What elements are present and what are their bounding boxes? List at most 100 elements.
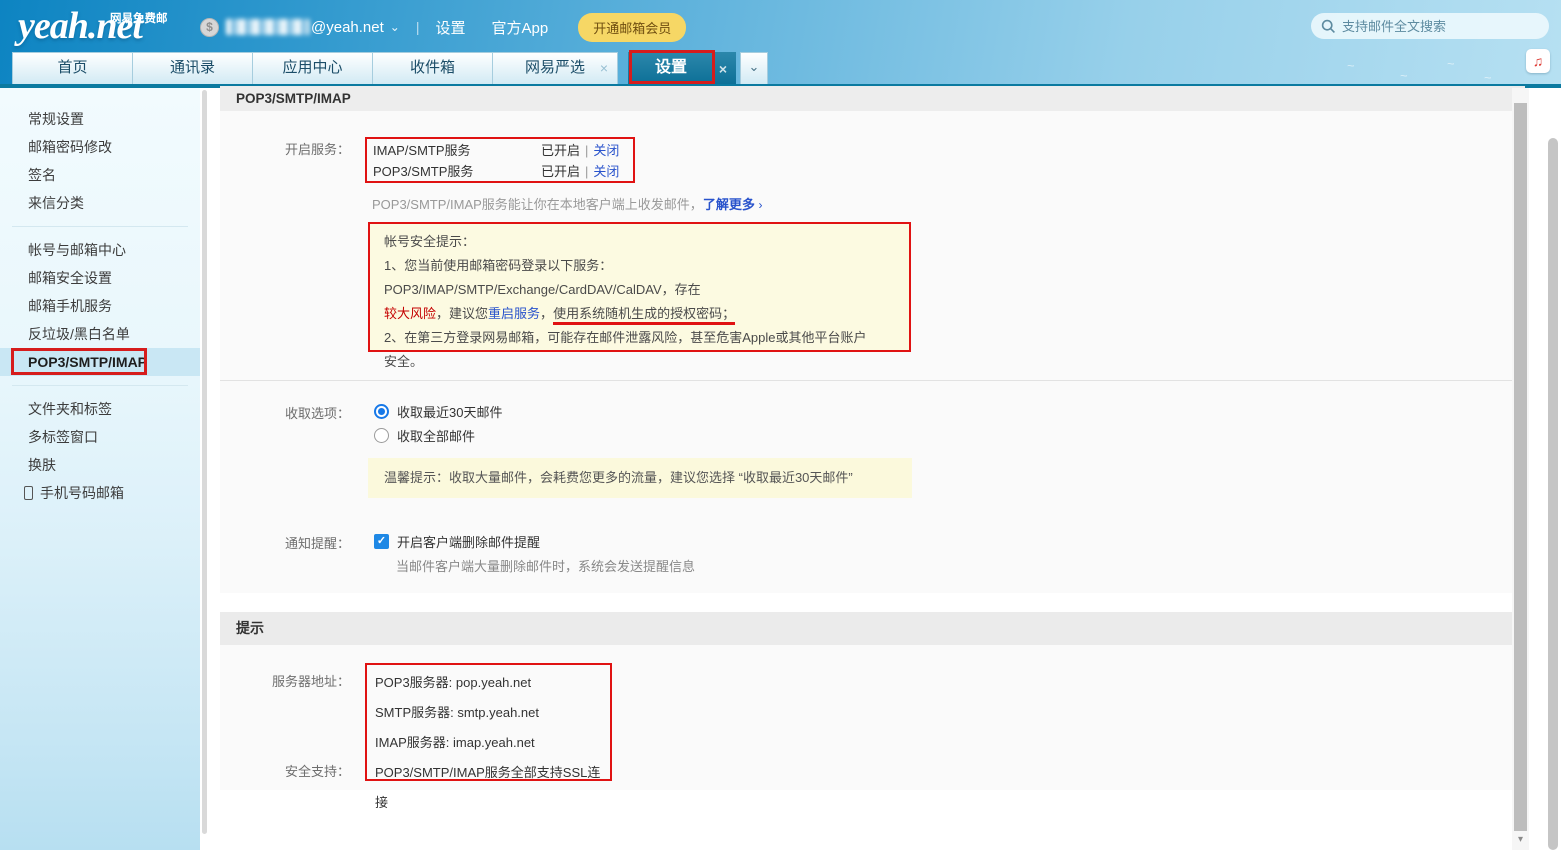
sidebar-item-signature[interactable]: 签名	[0, 161, 200, 189]
sidebar-item-label: 帐号与邮箱中心	[28, 242, 126, 258]
blurred-username	[226, 19, 310, 35]
smtp-server-address: SMTP服务器: smtp.yeah.net	[375, 698, 610, 728]
tab-contacts[interactable]: 通讯录	[132, 52, 253, 84]
close-icon[interactable]: ×	[600, 53, 608, 83]
restart-service-link[interactable]: 重启服务	[488, 306, 540, 321]
service-row-imap-smtp: IMAP/SMTP服务 已开启 | 关闭	[373, 140, 627, 161]
divider: |	[416, 19, 420, 35]
phone-icon	[24, 486, 33, 500]
sidebar-item-label: 手机号码邮箱	[40, 485, 124, 501]
sidebar-item-label: 反垃圾/黑白名单	[28, 326, 130, 342]
sidebar-item-label: 换肤	[28, 457, 56, 473]
pop3-server-address: POP3服务器: pop.yeah.net	[375, 668, 610, 698]
settings-sidebar: 常规设置 邮箱密码修改 签名 来信分类 帐号与邮箱中心 邮箱安全设置 邮箱手机服…	[0, 88, 200, 850]
sidebar-divider	[12, 385, 188, 386]
security-warning-box: 帐号安全提示： 1、您当前使用邮箱密码登录以下服务：POP3/IMAP/SMTP…	[368, 222, 911, 352]
coin-icon: $	[200, 18, 219, 37]
window-scrollbar-thumb[interactable]	[1548, 138, 1558, 850]
sidebar-item-label: 文件夹和标签	[28, 401, 112, 417]
search-input[interactable]	[1342, 19, 1522, 34]
fetch-tip-box: 温馨提示：收取大量邮件，会耗费您更多的流量，建议您选择 “收取最近30天邮件”	[368, 458, 912, 498]
account-menu[interactable]: $ @yeah.net ⌄ | 设置 官方App 开通邮箱会员	[200, 14, 686, 40]
page-title: POP3/SMTP/IMAP	[220, 86, 1525, 111]
checkbox-checked-icon[interactable]: ✓	[374, 534, 389, 549]
tab-yanxuan[interactable]: 网易严选 ×	[492, 52, 618, 84]
notification-label: 通知提醒：	[220, 533, 350, 552]
warning-text: ，建议您	[436, 306, 488, 321]
services-description: POP3/SMTP/IMAP服务能让你在本地客户端上收发邮件，了解更多 ›	[372, 194, 762, 213]
radio-option-last-30-days[interactable]: 收取最近30天邮件	[374, 402, 502, 421]
header-settings-link[interactable]: 设置	[435, 17, 465, 38]
tab-overflow-chevron-icon[interactable]: ⌄	[740, 52, 768, 84]
sidebar-item-label: 邮箱安全设置	[28, 270, 112, 286]
tab-inbox[interactable]: 收件箱	[372, 52, 493, 84]
sidebar-item-skin[interactable]: 换肤	[0, 451, 200, 479]
service-name: POP3/SMTP服务	[373, 161, 541, 182]
warning-line2: 较大风险，建议您重启服务，使用系统随机生成的授权密码；	[384, 302, 895, 326]
warning-line1: 1、您当前使用邮箱密码登录以下服务：POP3/IMAP/SMTP/Exchang…	[384, 254, 895, 302]
notification-description: 当邮件客户端大量删除邮件时，系统会发送提醒信息	[396, 556, 695, 575]
music-icon[interactable]: ♫	[1526, 49, 1550, 73]
yeah-mail-settings-page: yeah.net 网易免费邮 $ @yeah.net ⌄ | 设置 官方App …	[0, 0, 1561, 850]
warning-text: ，	[540, 306, 553, 321]
radio-unselected-icon[interactable]	[374, 428, 389, 443]
ssl-support-label: 安全支持：	[220, 761, 350, 780]
close-service-link[interactable]: 关闭	[593, 140, 619, 161]
bird-decoration: ~	[1400, 68, 1408, 83]
radio-selected-icon[interactable]	[374, 404, 389, 419]
tips-section: 提示 服务器地址： POP3服务器: pop.yeah.net SMTP服务器:…	[220, 612, 1525, 790]
tab-settings-active[interactable]: 设置 ×	[628, 52, 736, 84]
server-address-box: POP3服务器: pop.yeah.net SMTP服务器: smtp.yeah…	[365, 663, 612, 781]
divider: |	[585, 140, 588, 161]
pop3-settings-section: POP3/SMTP/IMAP 开启服务： IMAP/SMTP服务 已开启 | 关…	[220, 86, 1525, 593]
sidebar-item-folders-labels[interactable]: 文件夹和标签	[0, 395, 200, 423]
radio-option-all-mail[interactable]: 收取全部邮件	[374, 426, 475, 445]
server-address-label: 服务器地址：	[220, 671, 350, 690]
learn-more-arrow-icon: ›	[758, 198, 762, 212]
official-app-link[interactable]: 官方App	[492, 17, 549, 38]
sidebar-scrollbar-thumb[interactable]	[202, 90, 207, 834]
warning-title: 帐号安全提示：	[384, 230, 895, 254]
content-scrollbar-thumb[interactable]	[1514, 103, 1527, 831]
sidebar-item-pop3-smtp-imap[interactable]: POP3/SMTP/IMAP	[0, 348, 200, 376]
scroll-down-arrow-icon[interactable]: ▾	[1512, 834, 1529, 845]
sidebar-item-security-settings[interactable]: 邮箱安全设置	[0, 264, 200, 292]
tab-label: 通讯录	[170, 59, 215, 76]
service-status: 已开启	[541, 140, 580, 161]
delete-reminder-checkbox-row[interactable]: ✓ 开启客户端删除邮件提醒	[374, 532, 540, 551]
sidebar-item-antispam[interactable]: 反垃圾/黑白名单	[0, 320, 200, 348]
sidebar-item-multitab-window[interactable]: 多标签窗口	[0, 423, 200, 451]
close-service-link[interactable]: 关闭	[593, 161, 619, 182]
tab-home[interactable]: 首页	[12, 52, 133, 84]
sidebar-divider	[12, 226, 188, 227]
sidebar-item-password-change[interactable]: 邮箱密码修改	[0, 133, 200, 161]
close-icon[interactable]: ×	[719, 53, 727, 85]
header: yeah.net 网易免费邮 $ @yeah.net ⌄ | 设置 官方App …	[0, 0, 1561, 84]
mail-search-box[interactable]	[1311, 13, 1549, 39]
sidebar-item-incoming-classify[interactable]: 来信分类	[0, 189, 200, 217]
search-icon	[1321, 19, 1336, 34]
bird-decoration: ~	[1484, 70, 1492, 85]
sidebar-item-label: 邮箱手机服务	[28, 298, 112, 314]
sidebar-item-label: 常规设置	[28, 111, 84, 127]
account-email-suffix: @yeah.net	[311, 19, 384, 36]
imap-server-address: IMAP服务器: imap.yeah.net	[375, 728, 610, 758]
tab-app-center[interactable]: 应用中心	[252, 52, 373, 84]
logo-subtitle: 网易免费邮	[110, 10, 168, 26]
chevron-down-icon[interactable]: ⌄	[390, 20, 400, 34]
service-status: 已开启	[541, 161, 580, 182]
sidebar-item-label: 签名	[28, 167, 56, 183]
bird-decoration: ~	[1447, 56, 1455, 71]
sidebar-item-phone-number-mail[interactable]: 手机号码邮箱	[0, 479, 200, 507]
open-mail-vip-button[interactable]: 开通邮箱会员	[578, 13, 686, 42]
sidebar-item-general-settings[interactable]: 常规设置	[0, 105, 200, 133]
tab-label: 设置	[655, 59, 687, 76]
learn-more-link[interactable]: 了解更多	[703, 197, 755, 212]
tips-section-title: 提示	[220, 612, 1525, 645]
sidebar-item-label: POP3/SMTP/IMAP	[28, 354, 147, 370]
description-text: POP3/SMTP/IMAP服务能让你在本地客户端上收发邮件，	[372, 197, 703, 212]
sidebar-item-label: 邮箱密码修改	[28, 139, 112, 155]
tab-label: 网易严选	[525, 59, 585, 76]
sidebar-item-mobile-service[interactable]: 邮箱手机服务	[0, 292, 200, 320]
sidebar-item-account-center[interactable]: 帐号与邮箱中心	[0, 236, 200, 264]
